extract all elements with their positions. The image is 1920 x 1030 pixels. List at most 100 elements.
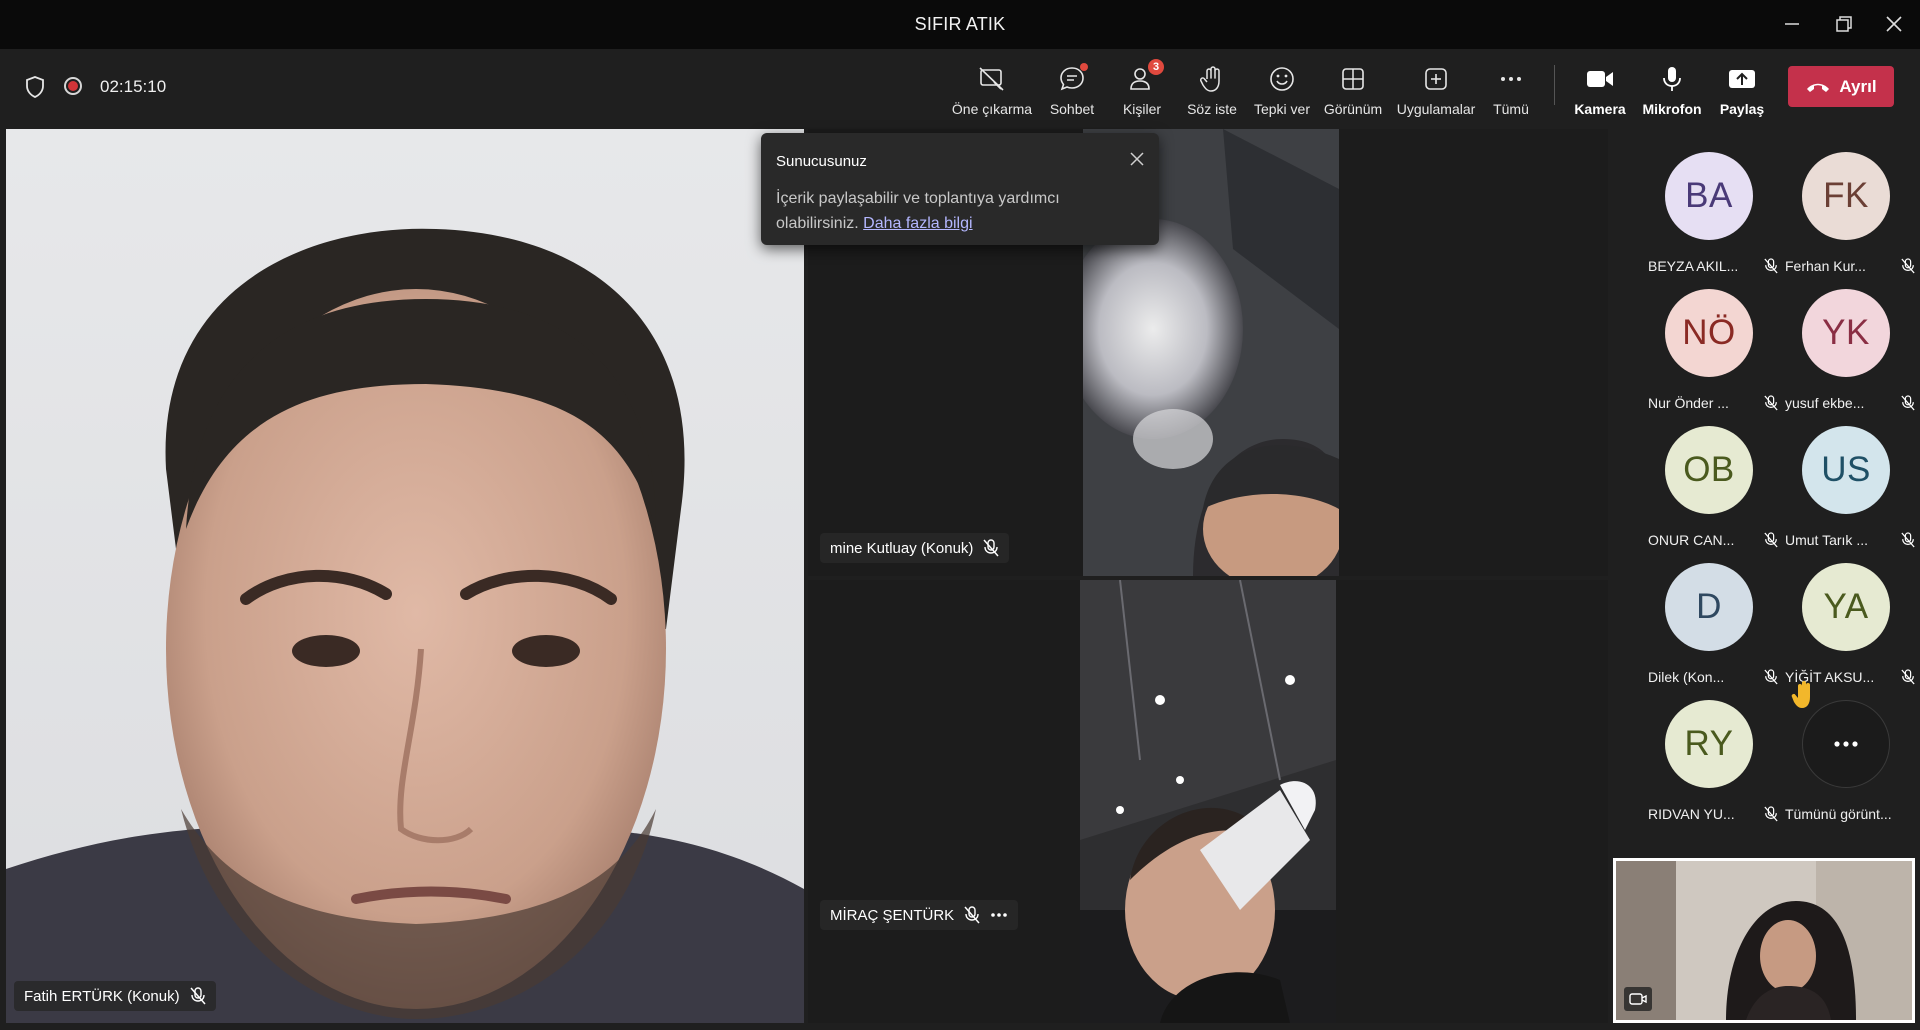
- roster-person[interactable]: US Umut Tarık ...: [1777, 411, 1917, 548]
- participant-more-icon[interactable]: [990, 912, 1008, 918]
- mic-off-icon: [1764, 395, 1778, 411]
- self-video: [1616, 861, 1912, 1020]
- camera-icon: [1584, 63, 1616, 95]
- camera-label: Kamera: [1574, 101, 1626, 117]
- participant-name: mine Kutluay (Konuk): [830, 539, 974, 557]
- mic-off-icon: [190, 987, 206, 1005]
- chat-icon: [1056, 63, 1088, 95]
- avatar: FK: [1802, 152, 1890, 240]
- more-button[interactable]: Tümü: [1484, 59, 1538, 121]
- raise-hand-button[interactable]: Söz iste: [1180, 59, 1244, 121]
- roster-person-name: Nur Önder ...: [1648, 395, 1729, 411]
- share-icon: [1726, 63, 1758, 95]
- avatar: YA: [1802, 563, 1890, 651]
- roster-person[interactable]: NÖ Nur Önder ...: [1640, 274, 1780, 411]
- video-stage: Fatih ERTÜRK (Konuk) mine Kutluay (Konuk…: [0, 129, 1610, 1030]
- react-button[interactable]: Tepki ver: [1250, 59, 1314, 121]
- share-label: Paylaş: [1719, 101, 1765, 117]
- more-label: Tümü: [1493, 101, 1529, 117]
- close-icon: [1130, 152, 1144, 166]
- meeting-timer: 02:15:10: [100, 77, 167, 96]
- microphone-icon: [1656, 63, 1688, 95]
- grid-view-icon: [1337, 63, 1369, 95]
- record-icon: [64, 77, 82, 95]
- raise-hand-label: Söz iste: [1187, 101, 1237, 117]
- mic-off-icon: [1764, 669, 1778, 685]
- presenter-popover: Sunucusunuz İçerik paylaşabilir ve topla…: [761, 133, 1159, 245]
- avatar: D: [1665, 563, 1753, 651]
- smile-icon: [1266, 63, 1298, 95]
- roster-person[interactable]: FK Ferhan Kur...: [1777, 137, 1917, 274]
- view-label: Görünüm: [1323, 101, 1383, 117]
- mic-off-icon: [1764, 532, 1778, 548]
- roster-person-name: yusuf ekbe...: [1785, 395, 1865, 411]
- popover-body: İçerik paylaşabilir ve toplantıya yardım…: [776, 186, 1106, 236]
- minimize-button[interactable]: [1770, 8, 1814, 40]
- shield-icon[interactable]: [24, 75, 46, 104]
- ellipsis-icon: [1495, 63, 1527, 95]
- leave-label: Ayrıl: [1839, 76, 1877, 96]
- react-label: Tepki ver: [1253, 101, 1311, 117]
- mic-off-icon: [1901, 395, 1915, 411]
- self-view-toggle[interactable]: [1624, 987, 1652, 1011]
- chat-button[interactable]: Sohbet: [1040, 59, 1104, 121]
- chat-label: Sohbet: [1049, 101, 1095, 117]
- more-participants-avatar: [1802, 700, 1890, 788]
- spotlight-label: Öne çıkarma: [951, 101, 1033, 117]
- roster-person[interactable]: OB ONUR CAN...: [1640, 411, 1780, 548]
- roster-person-name: Dilek (Kon...: [1648, 669, 1725, 685]
- microphone-label: Mikrofon: [1642, 101, 1702, 117]
- roster-person-name: Ferhan Kur...: [1785, 258, 1866, 274]
- popover-title: Sunucusunuz: [776, 153, 867, 170]
- participant-name-tag: mine Kutluay (Konuk): [820, 533, 1010, 563]
- people-label: Kişiler: [1122, 101, 1162, 117]
- spotlight-button[interactable]: Öne çıkarma: [950, 59, 1034, 121]
- apps-label: Uygulamalar: [1396, 101, 1476, 117]
- window-title: SIFIR ATIK: [914, 14, 1006, 34]
- roster-person[interactable]: RY RIDVAN YU...: [1640, 685, 1780, 822]
- participant-name: Fatih ERTÜRK (Konuk): [24, 987, 180, 1005]
- close-icon: [1886, 16, 1902, 32]
- avatar: NÖ: [1665, 289, 1753, 377]
- popover-close-button[interactable]: [1129, 151, 1145, 172]
- view-all-participants[interactable]: Tümünü görünt...: [1777, 681, 1917, 822]
- learn-more-link[interactable]: Daha fazla bilgi: [863, 215, 972, 232]
- mic-off-icon: [964, 906, 980, 924]
- self-view[interactable]: [1613, 858, 1915, 1023]
- roster-person-name: Umut Tarık ...: [1785, 532, 1868, 548]
- participant-roster: BA BEYZA AKIL... FK Ferhan Kur... NÖ Nur…: [1610, 129, 1920, 851]
- apps-button[interactable]: Uygulamalar: [1394, 59, 1478, 121]
- restore-button[interactable]: [1822, 8, 1866, 40]
- raised-hand-icon: [1791, 681, 1810, 708]
- hang-up-icon: [1807, 83, 1830, 92]
- participant-video: [6, 228, 804, 1023]
- roster-person[interactable]: D Dilek (Kon...: [1640, 548, 1780, 685]
- chat-unread-dot: [1080, 63, 1088, 71]
- people-count-badge: 3: [1148, 59, 1164, 75]
- participant-video: [1080, 580, 1336, 1023]
- roster-person[interactable]: YK yusuf ekbe...: [1777, 274, 1917, 411]
- camera-button[interactable]: Kamera: [1568, 59, 1632, 121]
- roster-person-name: ONUR CAN...: [1648, 532, 1735, 548]
- restore-icon: [1836, 16, 1852, 32]
- video-tile-main[interactable]: Fatih ERTÜRK (Konuk): [6, 129, 804, 1023]
- avatar: OB: [1665, 426, 1753, 514]
- spotlight-icon: [976, 63, 1008, 95]
- hand-icon: [1196, 63, 1228, 95]
- share-button[interactable]: Paylaş: [1712, 59, 1772, 121]
- video-tile-bottom[interactable]: MİRAÇ ŞENTÜRK: [808, 580, 1608, 1023]
- mic-off-icon: [1901, 669, 1915, 685]
- leave-button[interactable]: Ayrıl: [1788, 66, 1894, 107]
- avatar: US: [1802, 426, 1890, 514]
- close-window-button[interactable]: [1872, 8, 1916, 40]
- roster-person[interactable]: YA YİĞİT AKSU...: [1777, 548, 1917, 685]
- view-button[interactable]: Görünüm: [1318, 59, 1388, 121]
- microphone-button[interactable]: Mikrofon: [1640, 59, 1704, 121]
- title-bar: SIFIR ATIK: [0, 0, 1920, 49]
- people-button[interactable]: 3 Kişiler: [1110, 59, 1174, 121]
- toolbar-separator: [1554, 65, 1555, 105]
- mic-off-icon: [1764, 806, 1778, 822]
- avatar: YK: [1802, 289, 1890, 377]
- view-all-label: Tümünü görünt...: [1785, 806, 1892, 822]
- roster-person[interactable]: BA BEYZA AKIL...: [1640, 137, 1780, 274]
